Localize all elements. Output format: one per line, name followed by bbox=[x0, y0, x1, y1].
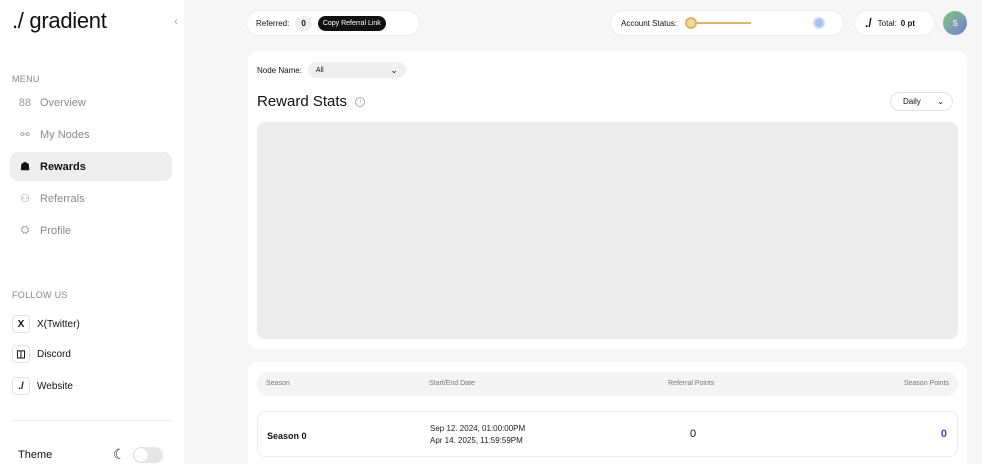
total-label: Total: bbox=[877, 18, 897, 28]
sidebar-item-overview[interactable]: 88 Overview bbox=[10, 88, 172, 117]
website-icon: ./ bbox=[12, 377, 30, 395]
col-referral-points: Referral Points bbox=[668, 380, 715, 387]
referred-count: 0 bbox=[295, 15, 312, 31]
copy-referral-link-button[interactable]: Copy Referral Link bbox=[317, 15, 386, 31]
follow-label: X(Twitter) bbox=[37, 318, 80, 330]
sidebar-item-referrals[interactable]: ⚇ Referrals bbox=[10, 184, 172, 213]
sidebar: ./ gradient ‹ MENU 88 Overview ⚯ My Node… bbox=[0, 0, 184, 464]
season-end: Apr 14. 2025, 11:59:59PM bbox=[430, 436, 523, 445]
season-start: Sep 12. 2024, 01:00:00PM bbox=[430, 424, 526, 433]
account-status-label: Account Status: bbox=[621, 18, 678, 28]
info-icon[interactable]: i bbox=[355, 97, 366, 108]
reward-chart-placeholder bbox=[257, 122, 958, 339]
theme-label: Theme bbox=[18, 449, 53, 461]
theme-toggle[interactable] bbox=[133, 447, 163, 463]
follow-label: Discord bbox=[37, 348, 71, 360]
reward-stats-card: Node Name: All ⌄ Reward Stats i Daily ⌄ bbox=[248, 51, 967, 349]
chevron-down-icon: ⌄ bbox=[937, 97, 944, 106]
nodes-icon: ⚯ bbox=[20, 129, 30, 141]
users-icon: ⚇ bbox=[20, 193, 30, 205]
referred-pill: Referred: 0 Copy Referral Link bbox=[247, 11, 419, 35]
moon-icon: ☾ bbox=[113, 446, 126, 462]
sidebar-divider bbox=[12, 420, 172, 421]
node-name-value: All bbox=[315, 66, 324, 74]
status-track bbox=[691, 22, 752, 24]
follow-twitter-link[interactable]: X X(Twitter) bbox=[12, 313, 80, 335]
status-current-marker bbox=[685, 17, 698, 29]
season-name: Season 0 bbox=[267, 431, 307, 441]
sidebar-item-label: Rewards bbox=[40, 160, 86, 173]
main-content: Referred: 0 Copy Referral Link Account S… bbox=[184, 0, 982, 464]
follow-section-label: FOLLOW US bbox=[12, 290, 68, 300]
referral-points-value: 0 bbox=[690, 428, 697, 440]
total-points-pill: ./ Total: 0 pt bbox=[855, 11, 934, 35]
node-filter: Node Name: All ⌄ bbox=[257, 62, 406, 78]
sidebar-item-label: Referrals bbox=[40, 192, 85, 205]
account-status-progress bbox=[685, 17, 826, 29]
table-row: Season 0 Sep 12. 2024, 01:00:00PM Apr 14… bbox=[257, 411, 958, 457]
sidebar-item-label: Overview bbox=[40, 96, 86, 109]
table-header: Season Start/End Date Referral Points Se… bbox=[257, 372, 958, 396]
page-title: Reward Stats bbox=[257, 93, 348, 110]
reward-stats-title: Reward Stats i bbox=[257, 93, 366, 110]
sidebar-item-profile[interactable]: ⛭ Profile bbox=[10, 216, 172, 245]
avatar[interactable]: S bbox=[943, 11, 967, 35]
col-start-end-date: Start/End Date bbox=[429, 380, 475, 387]
app-root: ./ gradient ‹ MENU 88 Overview ⚯ My Node… bbox=[0, 0, 982, 464]
rewards-icon: ☗ bbox=[20, 161, 30, 173]
grid-icon: 88 bbox=[18, 96, 32, 109]
col-season-points: Season Points bbox=[903, 380, 949, 387]
node-name-select[interactable]: All ⌄ bbox=[307, 62, 406, 78]
seasons-table: Season Start/End Date Referral Points Se… bbox=[248, 362, 967, 464]
period-value: Daily bbox=[903, 97, 921, 106]
sidebar-item-label: My Nodes bbox=[40, 128, 90, 141]
collapse-sidebar-icon[interactable]: ‹ bbox=[174, 14, 178, 28]
discord-icon: ◫ bbox=[12, 345, 30, 363]
sidebar-item-my-nodes[interactable]: ⚯ My Nodes bbox=[10, 120, 172, 149]
total-value: 0 pt bbox=[900, 18, 916, 28]
node-name-label: Node Name: bbox=[257, 65, 302, 75]
follow-label: Website bbox=[37, 380, 73, 392]
follow-website-link[interactable]: ./ Website bbox=[12, 375, 73, 397]
sidebar-item-rewards[interactable]: ☗ Rewards bbox=[10, 152, 172, 181]
toggle-knob bbox=[134, 448, 148, 462]
follow-discord-link[interactable]: ◫ Discord bbox=[12, 343, 71, 365]
menu-section-label: MENU bbox=[12, 74, 40, 84]
sidebar-item-label: Profile bbox=[40, 224, 72, 237]
chevron-down-icon: ⌄ bbox=[390, 64, 398, 75]
period-select[interactable]: Daily ⌄ bbox=[890, 92, 953, 111]
x-twitter-icon: X bbox=[12, 315, 30, 333]
gradient-mark-icon: ./ bbox=[865, 16, 872, 30]
season-dates: Sep 12. 2024, 01:00:00PM Apr 14. 2025, 1… bbox=[430, 423, 525, 447]
profile-icon: ⛭ bbox=[20, 224, 30, 236]
brand-logo[interactable]: ./ gradient bbox=[12, 8, 107, 34]
referred-label: Referred: bbox=[256, 18, 290, 28]
col-season: Season bbox=[266, 380, 290, 387]
account-status-pill: Account Status: bbox=[611, 11, 843, 35]
status-next-marker bbox=[813, 17, 826, 29]
season-points-value: 0 bbox=[940, 428, 947, 440]
